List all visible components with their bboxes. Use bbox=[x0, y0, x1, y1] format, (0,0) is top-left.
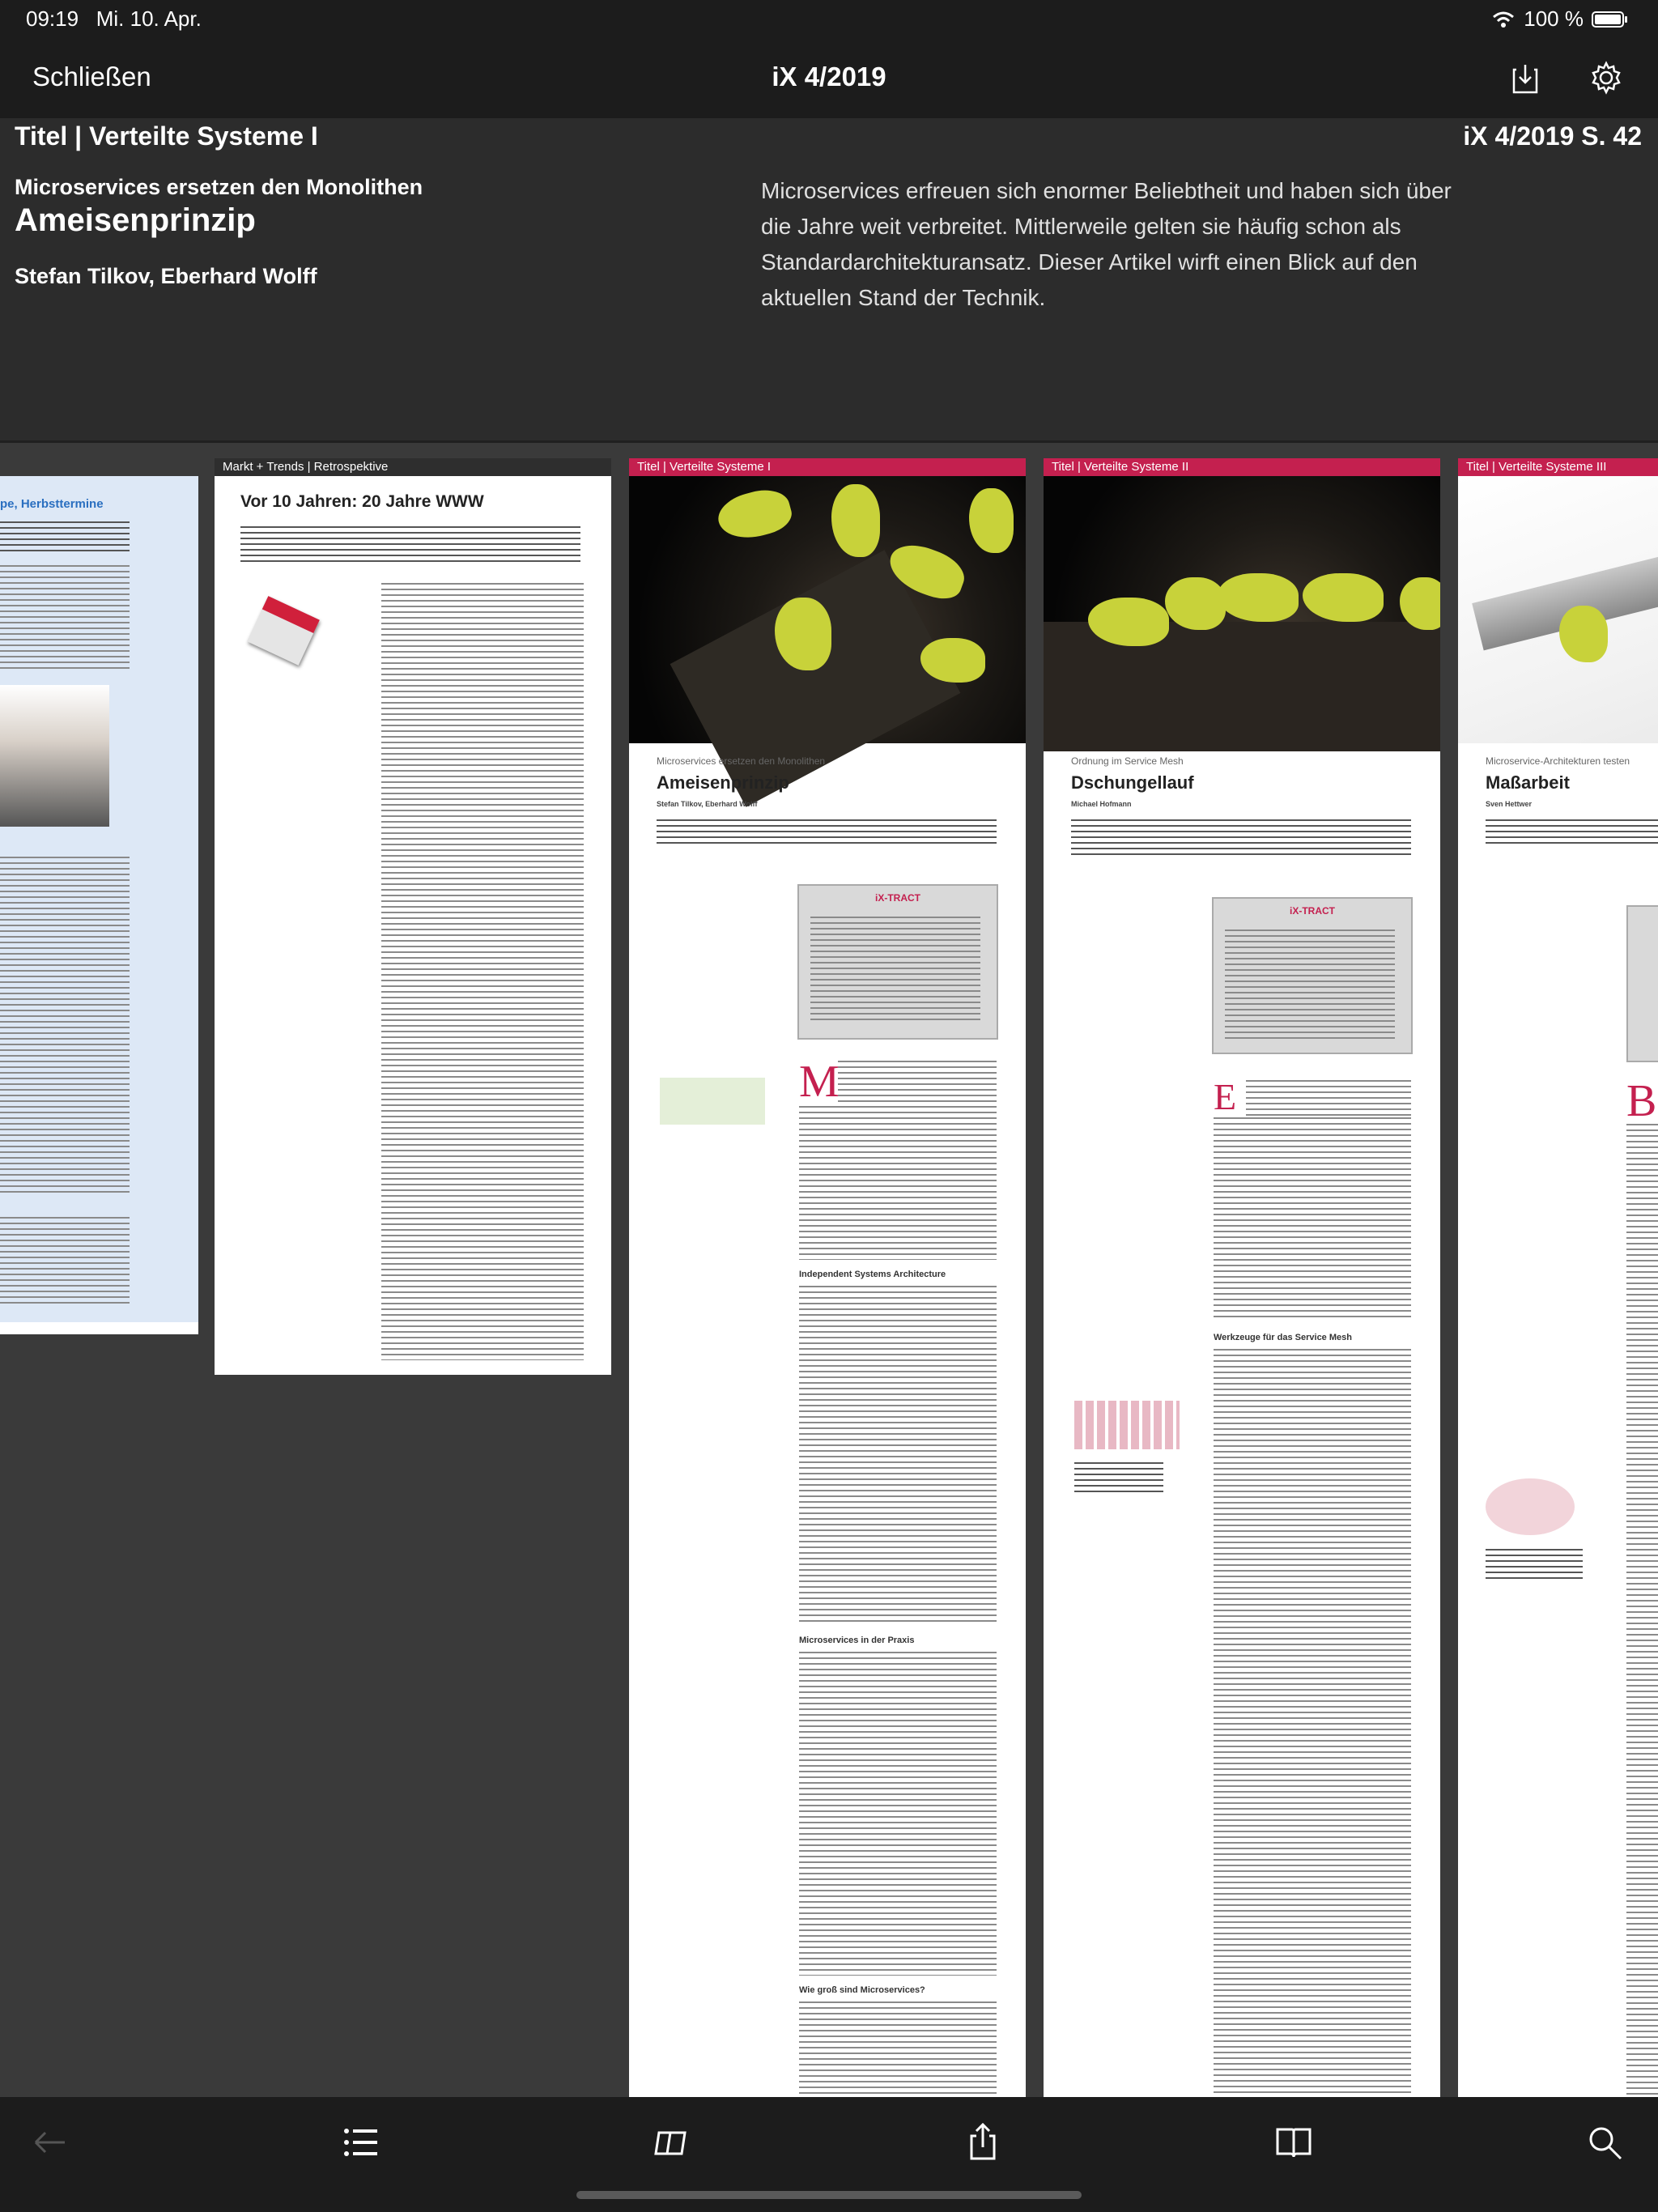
page-title: pe, Herbsttermine bbox=[0, 497, 104, 511]
page-kicker: Microservices ersetzen den Monolithen bbox=[657, 755, 826, 767]
page-thumbnail[interactable]: Markt + Trends | Retrospektive Vor 10 Ja… bbox=[215, 458, 611, 1375]
article-headline: Ameisenprinzip bbox=[15, 202, 256, 238]
book-icon[interactable] bbox=[1273, 2121, 1315, 2163]
page-thumbnail[interactable]: Titel | Verteilte Systeme II Ordnung im … bbox=[1044, 458, 1440, 2097]
battery-icon bbox=[1592, 11, 1627, 28]
page-section-label: Titel | Verteilte Systeme I bbox=[629, 458, 1026, 476]
page-thumbnail[interactable]: pe, Herbsttermine bbox=[0, 458, 198, 1334]
issue-title: iX 4/2019 bbox=[772, 62, 886, 91]
page-title: Maßarbeit bbox=[1486, 772, 1570, 793]
ants-photo bbox=[629, 476, 1026, 807]
page-section-label: Markt + Trends | Retrospektive bbox=[215, 458, 611, 476]
dropcap: B bbox=[1626, 1076, 1657, 1126]
page-title: Vor 10 Jahren: 20 Jahre WWW bbox=[240, 492, 484, 511]
sidebar-box bbox=[660, 1078, 765, 1125]
page-view-icon[interactable] bbox=[651, 2121, 693, 2163]
article-teaser: Microservices erfreuen sich enormer Beli… bbox=[761, 178, 1452, 310]
page-section-label: Titel | Verteilte Systeme III bbox=[1458, 458, 1658, 476]
page-thumbnail[interactable]: Titel | Verteilte Systeme I Microservice… bbox=[629, 458, 1026, 2097]
navigation-bar: Schließen iX 4/2019 bbox=[0, 39, 1658, 118]
dropcap: E bbox=[1214, 1076, 1237, 1117]
abstract-box: iX-TRACT bbox=[1212, 897, 1413, 1054]
calendar-image bbox=[247, 596, 320, 666]
page-kicker: Microservice-Architekturen testen bbox=[1486, 755, 1630, 767]
back-arrow-icon[interactable] bbox=[29, 2121, 71, 2163]
abstract-box bbox=[1626, 905, 1658, 1062]
subheading: Wie groß sind Microservices? bbox=[799, 1985, 925, 1995]
list-icon[interactable] bbox=[340, 2121, 382, 2163]
search-icon[interactable] bbox=[1584, 2121, 1626, 2163]
abstract-box: iX-TRACT bbox=[797, 884, 998, 1040]
page-reference: iX 4/2019 S. 42 bbox=[1463, 121, 1642, 151]
article-kicker: Microservices ersetzen den Monolithen bbox=[15, 175, 423, 199]
home-indicator[interactable] bbox=[576, 2191, 1082, 2199]
author-photo bbox=[0, 685, 109, 827]
status-bar: 09:19 Mi. 10. Apr. 100 % bbox=[0, 0, 1658, 39]
panel-divider bbox=[0, 440, 1658, 443]
page-title: Ameisenprinzip bbox=[657, 772, 789, 793]
status-right: 100 % bbox=[1491, 6, 1629, 32]
page-authors: Stefan Tilkov, Eberhard Wolff bbox=[657, 800, 758, 808]
status-time: 09:19 Mi. 10. Apr. bbox=[26, 6, 202, 31]
subheading: Werkzeuge für das Service Mesh bbox=[1214, 1333, 1352, 1342]
page-authors: Michael Hofmann bbox=[1071, 800, 1132, 808]
ants-photo bbox=[1044, 476, 1440, 751]
page-section-label: Titel | Verteilte Systeme II bbox=[1044, 458, 1440, 476]
page-kicker: Ordnung im Service Mesh bbox=[1071, 755, 1184, 767]
page-thumbnail[interactable]: Titel | Verteilte Systeme III Microservi… bbox=[1458, 458, 1658, 2097]
dropcap: M bbox=[799, 1057, 840, 1107]
download-icon[interactable] bbox=[1507, 60, 1543, 96]
rail-photo bbox=[1458, 476, 1658, 743]
share-icon[interactable] bbox=[962, 2121, 1004, 2163]
subheading: Independent Systems Architecture bbox=[799, 1270, 946, 1279]
battery-percentage: 100 % bbox=[1524, 6, 1584, 31]
wifi-icon bbox=[1493, 11, 1515, 28]
article-info-panel: Titel | Verteilte Systeme I iX 4/2019 S.… bbox=[0, 118, 1658, 562]
section-title: Titel | Verteilte Systeme I bbox=[15, 121, 318, 151]
gear-icon[interactable] bbox=[1588, 60, 1624, 96]
diagram-image bbox=[1074, 1401, 1180, 1449]
page-authors: Sven Hettwer bbox=[1486, 800, 1533, 808]
article-authors: Stefan Tilkov, Eberhard Wolff bbox=[15, 264, 317, 288]
lifecycle-diagram bbox=[1486, 1478, 1575, 1535]
page-title: Dschungellauf bbox=[1071, 772, 1194, 793]
page-carousel[interactable]: pe, Herbsttermine Markt + Trends | Retro… bbox=[0, 447, 1658, 2097]
subheading: Microservices in der Praxis bbox=[799, 1636, 915, 1645]
